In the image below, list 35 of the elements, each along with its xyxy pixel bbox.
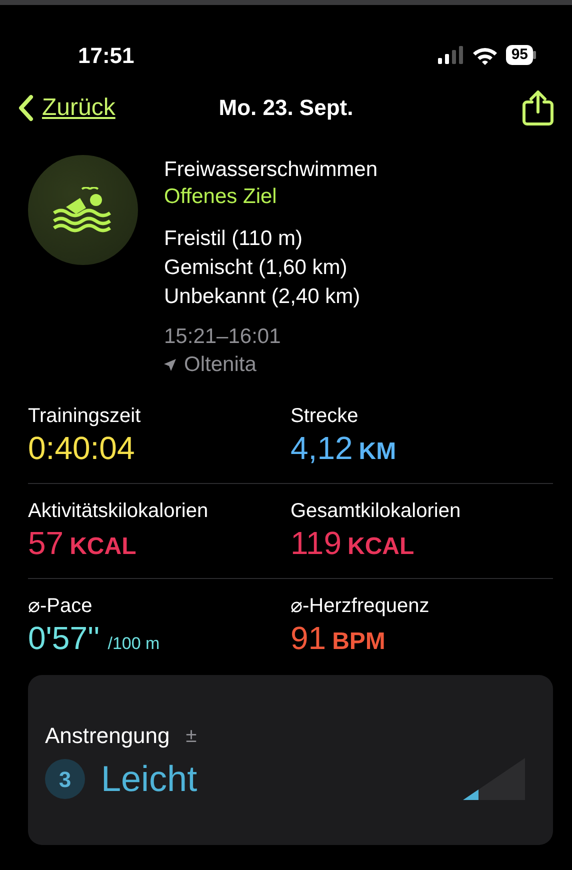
metric-value: 0'57'' /100 m — [28, 619, 161, 658]
metric-value: 0:40:04 — [28, 429, 136, 467]
metric-value: 119 KCAL — [290, 524, 416, 563]
segment-label: Freistil (110 m) — [164, 226, 304, 252]
signal-icon — [438, 46, 464, 64]
adjust-button[interactable]: ± — [186, 720, 197, 750]
workout-goal: Offenes Ziel — [164, 184, 278, 210]
swimmer-icon — [52, 187, 114, 233]
back-link[interactable]: Zurück — [42, 90, 116, 126]
battery-tip-icon — [533, 51, 536, 59]
workout-name: Freiwasserschwimmen — [164, 157, 378, 183]
location-arrow-icon — [164, 359, 176, 371]
effort-label: Leicht — [101, 757, 198, 801]
metric-label: ⌀-Pace — [28, 594, 94, 619]
metric-value: 57 KCAL — [28, 524, 138, 563]
segment-label: Gemischt (1,60 km) — [164, 255, 348, 281]
metric-label: ⌀-Herzfrequenz — [290, 594, 430, 619]
effort-title: Anstrengung — [45, 722, 170, 750]
metric-value: 91 BPM — [290, 619, 386, 658]
share-icon[interactable] — [522, 90, 554, 126]
effort-score: 3 — [45, 759, 85, 799]
back-chevron-icon[interactable] — [18, 94, 34, 122]
segment-label: Unbekannt (2,40 km) — [164, 284, 362, 310]
battery-level: 95 — [506, 45, 533, 65]
metric-value: 4,12 KM — [290, 429, 398, 468]
metric-label: Trainingszeit — [28, 404, 142, 429]
status-time: 17:51 — [78, 42, 134, 70]
location: Oltenita — [184, 352, 256, 378]
nav-title: Mo. 23. Sept. — [218, 94, 354, 122]
metric-label: Aktivitätskilokalorien — [28, 499, 210, 524]
metric-label: Strecke — [290, 404, 360, 429]
metric-label: Gesamtkilokalorien — [290, 499, 462, 524]
wifi-icon — [472, 46, 498, 64]
time-range: 15:21–16:01 — [164, 324, 282, 350]
effort-card[interactable]: Anstrengung ± 3 Leicht — [28, 675, 553, 845]
